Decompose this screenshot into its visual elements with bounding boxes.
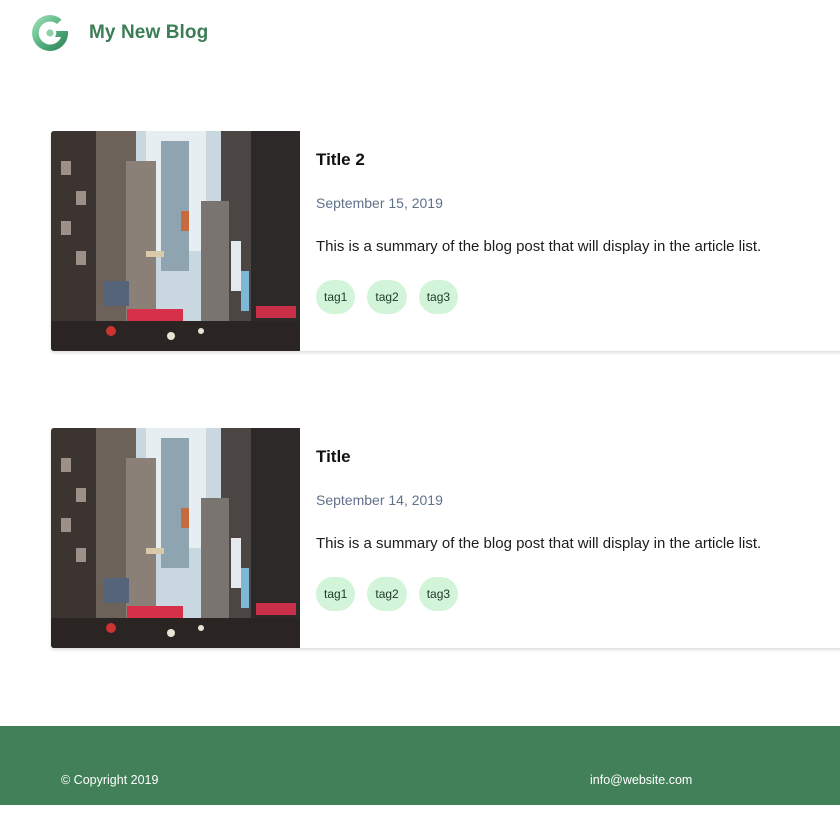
article-title[interactable]: Title — [316, 447, 351, 467]
article-date: September 14, 2019 — [316, 492, 443, 508]
site-title: My New Blog — [89, 22, 209, 43]
article-tags: tag1 tag2 tag3 — [316, 280, 470, 314]
tag-chip[interactable]: tag2 — [367, 280, 407, 314]
g-logo-icon — [32, 15, 68, 51]
article-title[interactable]: Title 2 — [316, 150, 365, 170]
site-header: My New Blog — [0, 0, 840, 80]
page: My New Blog Title 2 September 15, 2019 T… — [0, 0, 840, 840]
tag-chip[interactable]: tag3 — [418, 577, 459, 611]
copyright-text: © Copyright 2019 — [61, 773, 159, 787]
tag-chip[interactable]: tag1 — [316, 577, 356, 611]
site-footer: © Copyright 2019 info@website.com — [0, 726, 840, 805]
article-tags: tag1 tag2 tag3 — [316, 577, 470, 611]
article-summary: This is a summary of the blog post that … — [316, 535, 762, 552]
tag-chip[interactable]: tag2 — [367, 577, 407, 611]
city-street-photo — [51, 428, 300, 648]
city-street-photo — [51, 131, 300, 351]
article-card[interactable]: Title September 14, 2019 This is a summa… — [51, 428, 840, 648]
contact-email-link[interactable]: info@website.com — [590, 773, 692, 787]
article-thumbnail-image[interactable] — [51, 131, 300, 351]
home-link[interactable]: My New Blog — [30, 13, 208, 53]
article-thumbnail-image[interactable] — [51, 428, 300, 648]
article-summary: This is a summary of the blog post that … — [316, 238, 762, 255]
article-card[interactable]: Title 2 September 15, 2019 This is a sum… — [51, 131, 840, 351]
tag-chip[interactable]: tag1 — [316, 280, 356, 314]
tag-chip[interactable]: tag3 — [418, 280, 459, 314]
article-date: September 15, 2019 — [316, 195, 443, 211]
